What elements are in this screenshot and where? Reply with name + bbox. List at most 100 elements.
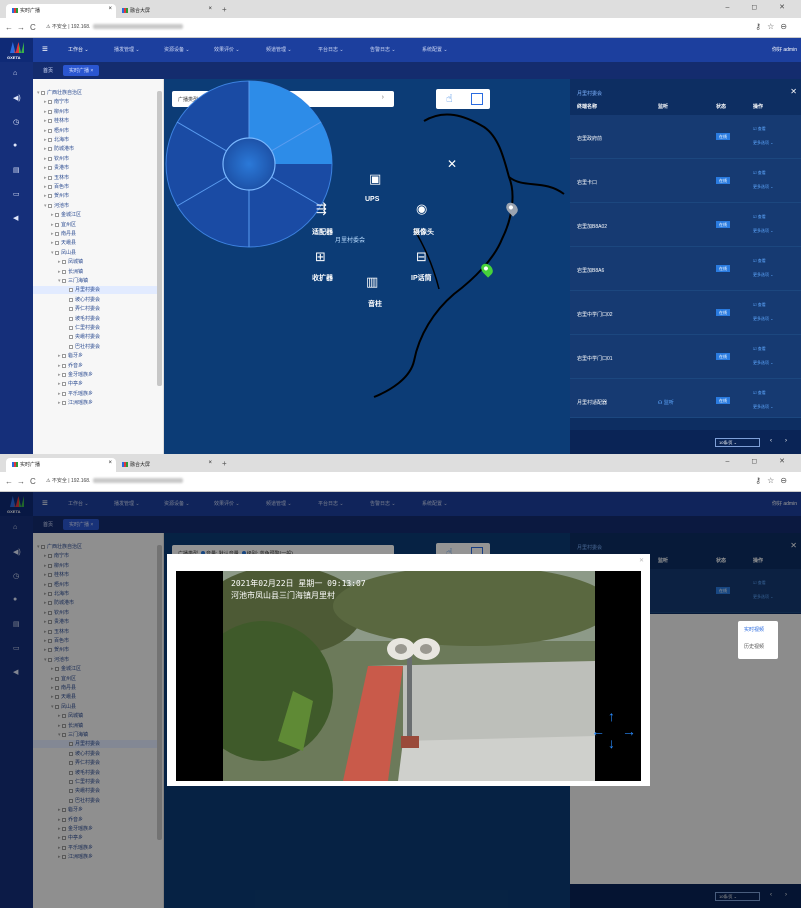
screen-icon[interactable]: ▭ <box>13 190 20 198</box>
map-icon[interactable]: ▤ <box>13 166 20 174</box>
tree-node[interactable]: ▸ 金城江区 <box>33 211 157 219</box>
tree-node[interactable]: ▾ 凤山县 <box>33 249 157 257</box>
close-tab-icon[interactable]: × <box>208 6 212 12</box>
tree-node[interactable]: ▸ 百色市 <box>33 183 157 191</box>
camera-icon[interactable]: ◉ <box>416 201 427 217</box>
tree-checkbox[interactable] <box>69 344 73 349</box>
menu-item[interactable]: 系统配置 ⌄ <box>422 46 448 53</box>
tree-node[interactable]: ▸ 江洲瑶族乡 <box>33 399 157 407</box>
tree-checkbox[interactable] <box>48 156 52 161</box>
url-field[interactable]: ⚠ 不安全 | 192.168. <box>46 477 746 488</box>
user-greeting[interactable]: 你好 admin <box>772 46 797 53</box>
tree-checkbox[interactable] <box>62 373 66 377</box>
close-tab-icon[interactable]: × <box>208 460 212 466</box>
tree-node[interactable]: ▸ 北海市 <box>33 136 157 144</box>
tree-checkbox[interactable] <box>55 213 59 218</box>
tree-node[interactable]: ▸ 中亭乡 <box>33 380 157 388</box>
box-select-icon[interactable] <box>471 93 483 105</box>
tree-node[interactable]: ▾ 广西壮族自治区 <box>33 89 157 97</box>
table-row[interactable]: 岩里中学门口02 在线 ☑ 查看 更多选项 ⌄ <box>570 291 801 335</box>
table-row[interactable]: 岩里卡口 在线 ☑ 查看 更多选项 ⌄ <box>570 159 801 203</box>
new-tab-button[interactable]: + <box>222 5 227 14</box>
monitor-link[interactable]: ☊ 监听 <box>658 399 674 406</box>
tree-checkbox[interactable] <box>62 260 66 265</box>
tree-node[interactable]: 央峨村委会 <box>33 333 157 341</box>
more-options-link[interactable]: 更多选项 ⌄ <box>753 404 773 410</box>
menu-item[interactable]: 平台日志 ⌄ <box>318 46 344 53</box>
tree-checkbox[interactable] <box>48 194 52 199</box>
menu-item[interactable]: 频道管理 ⌄ <box>266 46 292 53</box>
tab-broadcast[interactable]: 实时广播 × <box>63 65 100 76</box>
tree-node[interactable]: ▸ 梧州市 <box>33 127 157 135</box>
tree-node[interactable]: ▸ 防城港市 <box>33 145 157 153</box>
tree-node[interactable]: ▸ 贺州市 <box>33 192 157 200</box>
url-field[interactable]: ⚠ 不安全 | 192.168. <box>46 23 746 34</box>
tree-node[interactable]: ▸ 天峨县 <box>33 239 157 247</box>
tree-checkbox[interactable] <box>48 138 52 142</box>
browser-toolbar-icons[interactable]: ⚷☆⊖ <box>755 476 793 485</box>
home-icon[interactable]: ⌂ <box>13 70 17 77</box>
tree-node[interactable]: ▸ 玉林市 <box>33 174 157 182</box>
close-tab-icon[interactable]: × <box>108 460 112 466</box>
next-page-button[interactable]: › <box>785 438 787 444</box>
map-canvas[interactable]: 广播类型音量: 默认音量级别: 蓝色预警(一般)› ☝ 月里村委会 ▣ UPS … <box>164 79 570 454</box>
tree-checkbox[interactable] <box>62 269 66 274</box>
table-row[interactable]: 岩里加B8A6 在线 ☑ 查看 更多选项 ⌄ <box>570 247 801 291</box>
tree-node[interactable]: ▸ 桂林市 <box>33 117 157 125</box>
page-size-select[interactable]: 10条/页 ⌄ <box>715 438 760 447</box>
browser-tab-screen[interactable]: 融合大屏 × <box>116 4 216 18</box>
browser-toolbar-icons[interactable]: ⚷☆⊖ <box>755 22 793 31</box>
tree-node[interactable]: ▸ 南丹县 <box>33 230 157 238</box>
tree-checkbox[interactable] <box>48 109 52 114</box>
more-options-link[interactable]: 更多选项 ⌄ <box>753 228 773 234</box>
tree-checkbox[interactable] <box>48 100 52 105</box>
back-icon[interactable]: ← <box>5 23 13 32</box>
tree-node[interactable]: ▸ 长洲镇 <box>33 268 157 276</box>
speaker-label[interactable]: 音柱 <box>368 299 382 309</box>
battery-icon[interactable]: ▣ <box>369 171 381 187</box>
menu-item[interactable]: 效果评价 ⌄ <box>214 46 240 53</box>
tree-checkbox[interactable] <box>55 232 59 236</box>
more-options-link[interactable]: 更多选项 ⌄ <box>753 272 773 278</box>
tree-node[interactable]: ▾ 河池市 <box>33 202 157 210</box>
window-controls[interactable]: – ◻ ✕ <box>726 457 795 465</box>
tree-node[interactable]: ▸ 宜州区 <box>33 221 157 229</box>
more-options-link[interactable]: 更多选项 ⌄ <box>753 184 773 190</box>
receiver-icon[interactable]: ⊞ <box>315 249 326 265</box>
microphone-icon[interactable]: ⊟ <box>416 249 427 265</box>
tree-node[interactable]: 月里村委会 <box>33 286 157 295</box>
tree-node[interactable]: ▸ 砦牙乡 <box>33 352 157 360</box>
view-link[interactable]: ☑ 查看 <box>753 346 766 352</box>
forward-icon[interactable]: → <box>17 23 25 32</box>
reload-icon[interactable]: C <box>30 477 36 486</box>
tree-node[interactable]: ▸ 钦州市 <box>33 155 157 163</box>
tree-checkbox[interactable] <box>69 307 73 312</box>
receiver-label[interactable]: 收扩器 <box>312 273 333 283</box>
table-row[interactable]: 月里村适配器 ☊ 监听 在线 ☑ 查看 更多选项 ⌄ <box>570 379 801 418</box>
reload-icon[interactable]: C <box>30 23 36 32</box>
panel-close-icon[interactable]: ✕ <box>790 87 797 96</box>
tree-node[interactable]: ▸ 柳州市 <box>33 108 157 116</box>
tree-node[interactable]: 仁里村委会 <box>33 324 157 332</box>
tree-checkbox[interactable] <box>48 128 52 133</box>
tree-scrollbar[interactable] <box>157 91 162 386</box>
tree-checkbox[interactable] <box>62 354 66 359</box>
view-link[interactable]: ☑ 查看 <box>753 170 766 176</box>
tree-checkbox[interactable] <box>69 288 73 293</box>
menu-item[interactable]: 告警日志 ⌄ <box>370 46 396 53</box>
more-options-link[interactable]: 更多选项 ⌄ <box>753 360 773 366</box>
tree-checkbox[interactable] <box>48 175 52 180</box>
tree-checkbox[interactable] <box>41 91 45 95</box>
tree-node[interactable]: ▸ 乔音乡 <box>33 362 157 370</box>
tab-home[interactable]: 首页 <box>37 65 59 76</box>
tree-checkbox[interactable] <box>62 382 66 387</box>
menu-toggle-icon[interactable]: ≡ <box>42 44 48 55</box>
tree-checkbox[interactable] <box>55 222 59 227</box>
browser-tab-broadcast[interactable]: 实时广播 × <box>6 458 116 472</box>
menu-item[interactable]: 资源设备 ⌄ <box>164 46 190 53</box>
tree-checkbox[interactable] <box>55 250 59 255</box>
broadcast-icon[interactable]: ◀) <box>13 94 21 102</box>
tree-checkbox[interactable] <box>69 335 73 340</box>
tree-checkbox[interactable] <box>55 241 59 246</box>
tree-checkbox[interactable] <box>48 185 52 189</box>
